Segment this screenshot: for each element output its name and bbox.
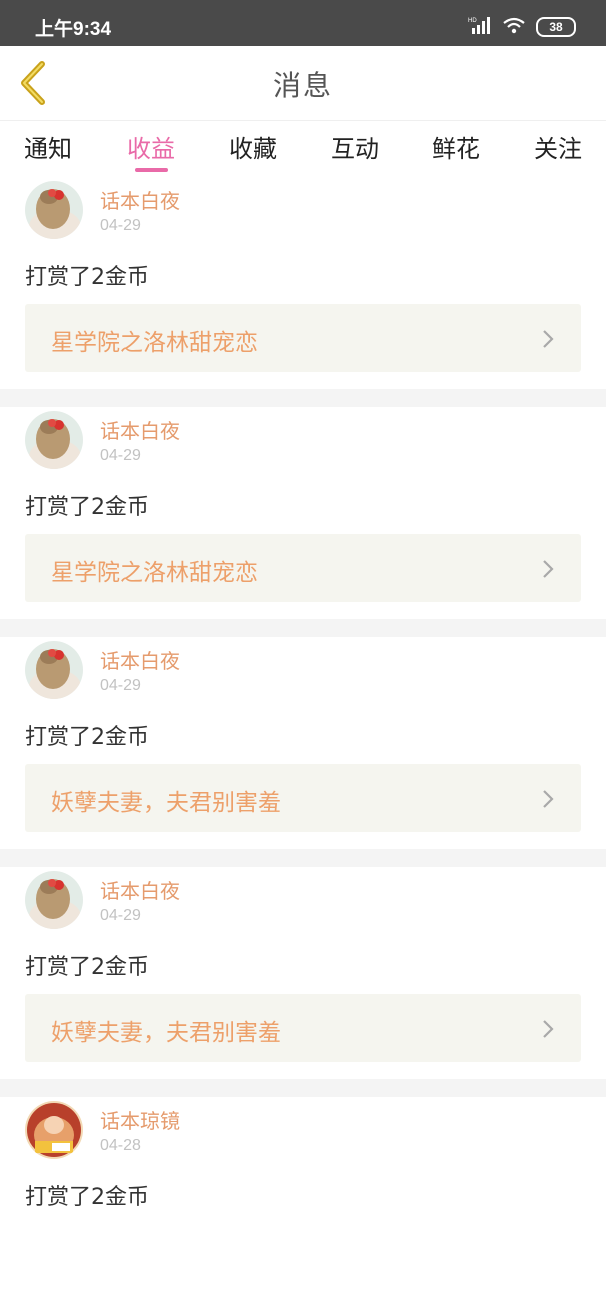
message-date: 04-29 — [100, 447, 141, 464]
wifi-icon — [502, 16, 526, 38]
avatar[interactable] — [25, 411, 83, 469]
tab-flowers[interactable]: 鲜花 — [432, 129, 480, 164]
chevron-right-icon — [543, 330, 554, 348]
status-icons: HD 38 — [468, 16, 576, 38]
message-text: 打赏了2金币 — [25, 1185, 149, 1210]
separator — [0, 849, 606, 867]
message-feed: 话本白夜 04-29 打赏了2金币 星学院之洛林甜宠恋 话本白夜 04-29 打… — [0, 177, 606, 1309]
book-title: 妖孽夫妻，夫君别害羞 — [51, 790, 281, 816]
tab-bar: 通知 收益 收藏 互动 鲜花 关注 — [0, 121, 606, 177]
message-text: 打赏了2金币 — [25, 495, 149, 520]
message-text: 打赏了2金币 — [25, 265, 149, 290]
chevron-right-icon — [543, 560, 554, 578]
message-date: 04-29 — [100, 677, 141, 694]
tab-notifications[interactable]: 通知 — [24, 129, 72, 164]
battery-indicator: 38 — [536, 17, 576, 37]
separator — [0, 389, 606, 407]
book-title: 星学院之洛林甜宠恋 — [51, 560, 258, 586]
chevron-right-icon — [543, 790, 554, 808]
page-title: 消息 — [272, 69, 333, 102]
username[interactable]: 话本白夜 — [100, 875, 180, 904]
avatar[interactable] — [25, 181, 83, 239]
status-bar: 上午9:34 HD 38 — [0, 0, 606, 46]
tab-interactions[interactable]: 互动 — [331, 129, 379, 164]
message-date: 04-29 — [100, 907, 141, 924]
signal-icon: HD — [468, 16, 492, 38]
separator — [0, 619, 606, 637]
message-card: 话本琼镜 04-28 打赏了2金币 — [0, 1097, 606, 1309]
chevron-right-icon — [543, 1020, 554, 1038]
tab-earnings[interactable]: 收益 — [127, 129, 175, 164]
book-link[interactable]: 妖孽夫妻，夫君别害羞 — [25, 994, 581, 1062]
network-label: HD — [468, 18, 477, 24]
message-card: 话本白夜 04-29 打赏了2金币 妖孽夫妻，夫君别害羞 — [0, 867, 606, 1079]
header: 消息 — [0, 46, 606, 121]
tab-following[interactable]: 关注 — [534, 129, 582, 164]
book-link[interactable]: 星学院之洛林甜宠恋 — [25, 304, 581, 372]
username[interactable]: 话本白夜 — [100, 645, 180, 674]
message-card: 话本白夜 04-29 打赏了2金币 星学院之洛林甜宠恋 — [0, 177, 606, 389]
book-title: 妖孽夫妻，夫君别害羞 — [51, 1020, 281, 1046]
username[interactable]: 话本琼镜 — [100, 1105, 180, 1134]
book-link[interactable]: 星学院之洛林甜宠恋 — [25, 534, 581, 602]
message-text: 打赏了2金币 — [25, 725, 149, 750]
avatar[interactable] — [25, 1101, 83, 1159]
username[interactable]: 话本白夜 — [100, 415, 180, 444]
username[interactable]: 话本白夜 — [100, 185, 180, 214]
avatar[interactable] — [25, 871, 83, 929]
separator — [0, 1079, 606, 1097]
message-text: 打赏了2金币 — [25, 955, 149, 980]
book-link[interactable]: 妖孽夫妻，夫君别害羞 — [25, 764, 581, 832]
message-date: 04-28 — [100, 1137, 141, 1154]
tab-favorites[interactable]: 收藏 — [229, 129, 277, 164]
book-title: 星学院之洛林甜宠恋 — [51, 330, 258, 356]
message-date: 04-29 — [100, 217, 141, 234]
avatar[interactable] — [25, 641, 83, 699]
message-card: 话本白夜 04-29 打赏了2金币 妖孽夫妻，夫君别害羞 — [0, 637, 606, 849]
message-card: 话本白夜 04-29 打赏了2金币 星学院之洛林甜宠恋 — [0, 407, 606, 619]
status-time: 上午9:34 — [35, 19, 112, 40]
active-tab-indicator — [135, 168, 168, 172]
